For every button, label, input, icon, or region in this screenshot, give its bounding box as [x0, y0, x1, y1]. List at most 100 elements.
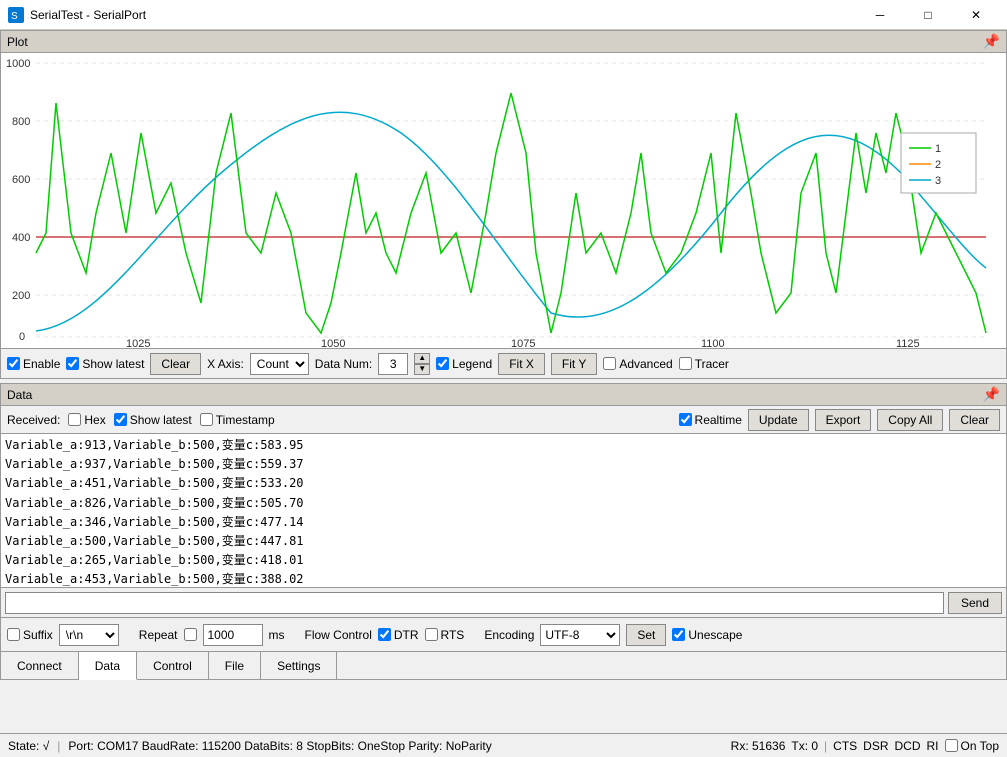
svg-text:1: 1	[935, 143, 941, 155]
svg-text:400: 400	[12, 232, 30, 244]
realtime-checkbox[interactable]	[679, 413, 692, 426]
legend-checkbox[interactable]	[436, 357, 449, 370]
send-input[interactable]	[5, 592, 944, 614]
send-button[interactable]: Send	[948, 592, 1002, 614]
suffix-checkbox-label[interactable]: Suffix	[7, 628, 53, 642]
tab-file[interactable]: File	[209, 652, 261, 679]
minimize-button[interactable]: ─	[857, 0, 903, 30]
advanced-checkbox[interactable]	[603, 357, 616, 370]
titlebar-controls: ─ □ ✕	[857, 0, 999, 30]
hex-label: Hex	[84, 413, 105, 427]
plot-clear-button[interactable]: Clear	[150, 353, 201, 375]
data-line: Variable_a:913,Variable_b:500,变量c:583.95	[5, 436, 1002, 455]
realtime-checkbox-label[interactable]: Realtime	[679, 413, 742, 427]
suffix-select[interactable]: \r\n \n \r None	[59, 624, 119, 646]
encoding-label: Encoding	[484, 628, 534, 642]
data-clear-button[interactable]: Clear	[949, 409, 1000, 431]
timestamp-checkbox-label[interactable]: Timestamp	[200, 413, 275, 427]
show-latest-data-checkbox[interactable]	[114, 413, 127, 426]
realtime-label: Realtime	[695, 413, 742, 427]
app-icon: S	[8, 7, 24, 23]
timestamp-checkbox[interactable]	[200, 413, 213, 426]
statusbar: State: √ | Port: COM17 BaudRate: 115200 …	[0, 733, 1007, 757]
data-line: Variable_a:453,Variable_b:500,变量c:388.02	[5, 570, 1002, 588]
svg-text:200: 200	[12, 290, 30, 302]
svg-text:600: 600	[12, 174, 30, 186]
fit-x-button[interactable]: Fit X	[498, 353, 545, 375]
advanced-checkbox-label[interactable]: Advanced	[603, 357, 672, 371]
svg-text:800: 800	[12, 116, 30, 128]
tracer-checkbox[interactable]	[679, 357, 692, 370]
tab-data[interactable]: Data	[79, 652, 137, 680]
legend-checkbox-label[interactable]: Legend	[436, 357, 492, 371]
repeat-group: Repeat ms	[139, 624, 285, 646]
tab-connect[interactable]: Connect	[1, 652, 79, 679]
close-button[interactable]: ✕	[953, 0, 999, 30]
dtr-checkbox[interactable]	[378, 628, 391, 641]
encoding-group: Encoding UTF-8 ASCII GBK Set Unescape	[484, 624, 742, 646]
repeat-checkbox-label[interactable]	[184, 628, 197, 641]
hex-checkbox-label[interactable]: Hex	[68, 413, 105, 427]
repeat-input[interactable]	[203, 624, 263, 646]
data-line: Variable_a:451,Variable_b:500,变量c:533.20	[5, 474, 1002, 493]
send-area: Send	[0, 588, 1007, 618]
set-button[interactable]: Set	[626, 624, 666, 646]
titlebar: S SerialTest - SerialPort ─ □ ✕	[0, 0, 1007, 30]
plot-toolbar: Enable Show latest Clear X Axis: Count T…	[0, 349, 1007, 379]
show-latest-data-label[interactable]: Show latest	[114, 413, 192, 427]
on-top-checkbox[interactable]	[945, 739, 958, 752]
data-pin-icon[interactable]: 📌	[983, 386, 1000, 403]
repeat-label: Repeat	[139, 628, 178, 642]
on-top-checkbox-label[interactable]: On Top	[945, 739, 999, 753]
cts-label: CTS	[833, 739, 857, 753]
repeat-checkbox[interactable]	[184, 628, 197, 641]
spin-up-button[interactable]: ▲	[414, 353, 430, 364]
hex-checkbox[interactable]	[68, 413, 81, 426]
enable-checkbox-label[interactable]: Enable	[7, 357, 60, 371]
copy-all-button[interactable]: Copy All	[877, 409, 943, 431]
data-num-input[interactable]	[378, 353, 408, 375]
svg-text:1025: 1025	[126, 338, 150, 348]
svg-text:1100: 1100	[701, 338, 725, 348]
tab-file-label: File	[225, 659, 244, 673]
tab-settings-label: Settings	[277, 659, 320, 673]
tracer-checkbox-label[interactable]: Tracer	[679, 357, 729, 371]
enable-label: Enable	[23, 357, 60, 371]
legend-label: Legend	[452, 357, 492, 371]
enable-checkbox[interactable]	[7, 357, 20, 370]
show-latest-checkbox-label[interactable]: Show latest	[66, 357, 144, 371]
options-area: Suffix \r\n \n \r None Repeat ms Flow Co…	[0, 618, 1007, 652]
svg-text:0: 0	[19, 331, 25, 343]
data-section-label: Data	[7, 388, 32, 402]
spin-down-button[interactable]: ▼	[414, 364, 430, 375]
unescape-checkbox[interactable]	[672, 628, 685, 641]
data-line: Variable_a:346,Variable_b:500,变量c:477.14	[5, 513, 1002, 532]
fit-y-button[interactable]: Fit Y	[551, 353, 597, 375]
rts-checkbox-label[interactable]: RTS	[425, 628, 465, 642]
tab-settings[interactable]: Settings	[261, 652, 337, 679]
plot-chart: 1000 800 600 400 200 0 1025 1050 1075 11…	[1, 53, 1006, 348]
rts-label: RTS	[441, 628, 465, 642]
plot-pin-icon[interactable]: 📌	[983, 33, 1000, 50]
titlebar-left: S SerialTest - SerialPort	[8, 7, 146, 23]
timestamp-label: Timestamp	[216, 413, 275, 427]
tab-control[interactable]: Control	[137, 652, 209, 679]
svg-text:1075: 1075	[511, 338, 535, 348]
encoding-select[interactable]: UTF-8 ASCII GBK	[540, 624, 620, 646]
update-button[interactable]: Update	[748, 409, 809, 431]
data-line: Variable_a:937,Variable_b:500,变量c:559.37	[5, 455, 1002, 474]
svg-text:1050: 1050	[321, 338, 345, 348]
x-axis-select[interactable]: Count Time Index	[250, 353, 309, 375]
export-button[interactable]: Export	[815, 409, 872, 431]
suffix-checkbox[interactable]	[7, 628, 20, 641]
show-latest-checkbox[interactable]	[66, 357, 79, 370]
received-label: Received:	[7, 413, 60, 427]
unescape-checkbox-label[interactable]: Unescape	[672, 628, 742, 642]
suffix-label: Suffix	[23, 628, 53, 642]
ms-label: ms	[269, 628, 285, 642]
rts-checkbox[interactable]	[425, 628, 438, 641]
maximize-button[interactable]: □	[905, 0, 951, 30]
data-display: Variable_a:913,Variable_b:500,变量c:583.95…	[0, 433, 1007, 588]
dtr-checkbox-label[interactable]: DTR	[378, 628, 419, 642]
state-label: State: √	[8, 739, 49, 753]
